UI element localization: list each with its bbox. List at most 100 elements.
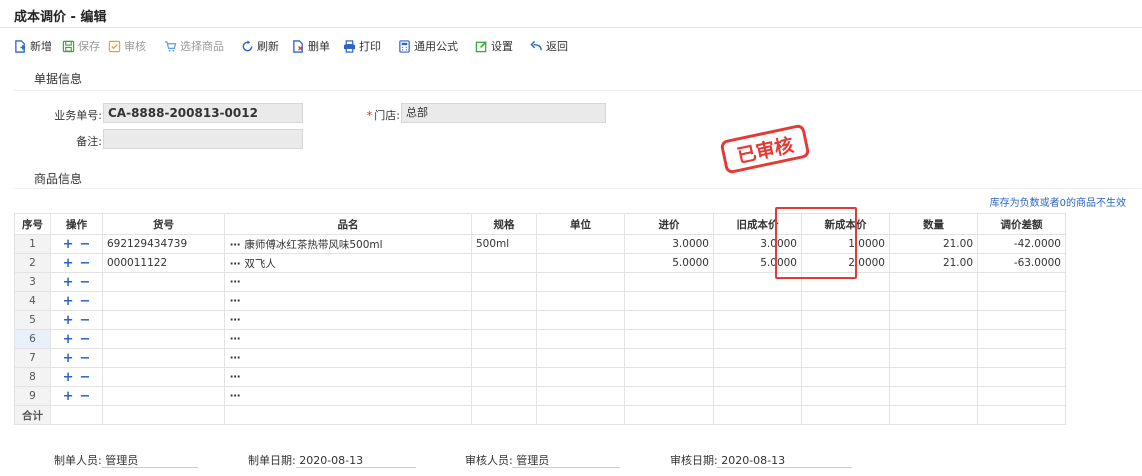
lookup-button[interactable]: ⋯ xyxy=(229,239,241,251)
formula-button[interactable]: 通用公式 xyxy=(398,38,458,54)
row-new-cost[interactable]: 2.0000 xyxy=(801,253,890,273)
row-code[interactable]: 692129434739 xyxy=(102,234,225,254)
row-ops: + − xyxy=(50,253,103,273)
row-unit xyxy=(536,253,625,273)
row-code[interactable]: 000011122 xyxy=(102,253,225,273)
refresh-button[interactable]: 刷新 xyxy=(241,38,279,54)
row-price xyxy=(624,386,714,406)
remove-row-button[interactable]: − xyxy=(80,389,91,404)
row-new-cost[interactable]: 1.0000 xyxy=(801,234,890,254)
auditor-value: 管理员 xyxy=(516,454,550,467)
row-qty xyxy=(889,291,978,311)
row-code[interactable] xyxy=(102,329,225,349)
add-row-button[interactable]: + xyxy=(63,275,74,290)
create-date-value: 2020-08-13 xyxy=(299,454,364,467)
remove-row-button[interactable]: − xyxy=(80,370,91,385)
remove-row-button[interactable]: − xyxy=(80,332,91,347)
add-row-button[interactable]: + xyxy=(63,370,74,385)
col-qty: 数量 xyxy=(889,213,978,235)
row-seq: 5 xyxy=(14,310,51,330)
row-diff xyxy=(977,310,1066,330)
row-diff xyxy=(977,329,1066,349)
select-goods-button[interactable]: 选择商品 xyxy=(164,38,224,54)
remark-field[interactable] xyxy=(103,129,303,149)
lookup-button[interactable]: ⋯ xyxy=(229,295,241,307)
lookup-button[interactable]: ⋯ xyxy=(229,314,241,326)
remove-row-button[interactable]: − xyxy=(80,237,91,252)
row-code[interactable] xyxy=(102,291,225,311)
store-field[interactable]: 总部 xyxy=(401,103,606,123)
row-price: 3.0000 xyxy=(624,234,714,254)
order-no-field[interactable]: CA-8888-200813-0012 xyxy=(103,103,303,123)
create-date-info: 制单日期: 2020-08-13 xyxy=(248,452,363,468)
row-name[interactable]: ⋯ 康师傅冰红茶热带风味500ml xyxy=(224,234,472,254)
row-name[interactable]: ⋯ xyxy=(224,348,472,368)
row-code[interactable] xyxy=(102,348,225,368)
row-ops: + − xyxy=(50,386,103,406)
row-new-cost[interactable] xyxy=(801,329,890,349)
row-new-cost[interactable] xyxy=(801,272,890,292)
add-row-button[interactable]: + xyxy=(63,351,74,366)
back-label: 返回 xyxy=(546,40,568,53)
add-row-button[interactable]: + xyxy=(63,389,74,404)
row-name[interactable]: ⋯ xyxy=(224,367,472,387)
add-row-button[interactable]: + xyxy=(63,256,74,271)
add-row-button[interactable]: + xyxy=(63,294,74,309)
row-spec xyxy=(471,253,537,273)
row-code[interactable] xyxy=(102,386,225,406)
name-value: 双飞人 xyxy=(244,257,276,270)
total-cell xyxy=(977,405,1066,425)
row-new-cost[interactable] xyxy=(801,291,890,311)
row-code[interactable] xyxy=(102,310,225,330)
page-title: 成本调价 - 编辑 xyxy=(14,10,107,25)
lookup-button[interactable]: ⋯ xyxy=(229,371,241,383)
row-new-cost[interactable] xyxy=(801,348,890,368)
row-price xyxy=(624,272,714,292)
new-button[interactable]: 新增 xyxy=(14,38,52,54)
row-code[interactable] xyxy=(102,272,225,292)
print-button[interactable]: 打印 xyxy=(343,38,381,54)
row-seq: 2 xyxy=(14,253,51,273)
row-new-cost[interactable] xyxy=(801,367,890,387)
audit-button[interactable]: 审核 xyxy=(108,38,146,54)
audit-date-underline xyxy=(716,467,852,468)
row-price xyxy=(624,329,714,349)
row-name[interactable]: ⋯ xyxy=(224,386,472,406)
row-old-cost xyxy=(713,386,802,406)
remove-row-button[interactable]: − xyxy=(80,294,91,309)
row-name[interactable]: ⋯ xyxy=(224,310,472,330)
add-row-button[interactable]: + xyxy=(63,332,74,347)
lookup-button[interactable]: ⋯ xyxy=(229,352,241,364)
settings-button[interactable]: 设置 xyxy=(475,38,513,54)
remove-row-button[interactable]: − xyxy=(80,275,91,290)
back-button[interactable]: 返回 xyxy=(530,38,568,54)
total-cell xyxy=(801,405,890,425)
row-new-cost[interactable] xyxy=(801,386,890,406)
lookup-button[interactable]: ⋯ xyxy=(229,258,241,270)
row-name[interactable]: ⋯ xyxy=(224,329,472,349)
row-name[interactable]: ⋯ 双飞人 xyxy=(224,253,472,273)
row-code[interactable] xyxy=(102,367,225,387)
remove-row-button[interactable]: − xyxy=(80,313,91,328)
col-code: 货号 xyxy=(102,213,225,235)
row-old-cost xyxy=(713,367,802,387)
create-date-underline xyxy=(296,467,416,468)
lookup-button[interactable]: ⋯ xyxy=(229,390,241,402)
add-row-button[interactable]: + xyxy=(63,237,74,252)
row-name[interactable]: ⋯ xyxy=(224,291,472,311)
row-new-cost[interactable] xyxy=(801,310,890,330)
auditor-label: 审核人员: xyxy=(465,454,513,467)
lookup-button[interactable]: ⋯ xyxy=(229,333,241,345)
row-spec xyxy=(471,348,537,368)
delete-doc-icon xyxy=(293,39,303,53)
save-icon xyxy=(62,40,75,52)
delete-button[interactable]: 删单 xyxy=(292,38,330,54)
row-name[interactable]: ⋯ xyxy=(224,272,472,292)
remove-row-button[interactable]: − xyxy=(80,256,91,271)
col-price: 进价 xyxy=(624,213,714,235)
add-row-button[interactable]: + xyxy=(63,313,74,328)
lookup-button[interactable]: ⋯ xyxy=(229,276,241,288)
save-button[interactable]: 保存 xyxy=(62,38,100,54)
remove-row-button[interactable]: − xyxy=(80,351,91,366)
goods-info-divider xyxy=(14,188,1142,189)
